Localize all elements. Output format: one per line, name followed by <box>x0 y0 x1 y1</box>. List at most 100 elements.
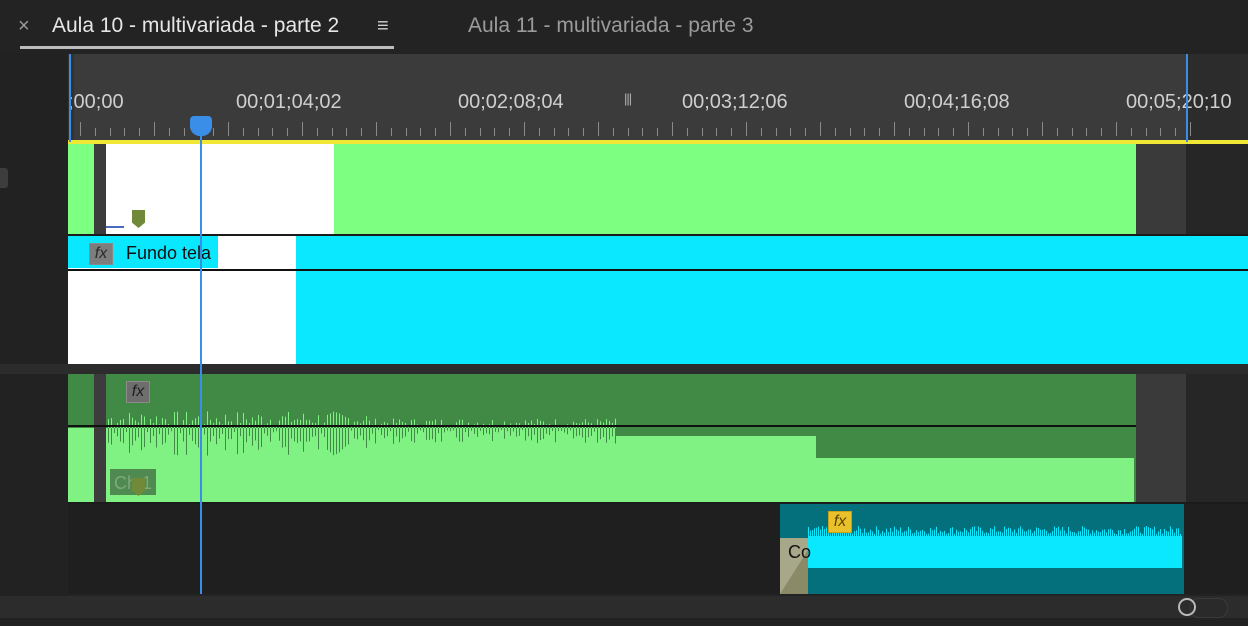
ruler-tick <box>1160 128 1162 136</box>
audio-track-1[interactable]: fx Ch 1 <box>68 374 1248 502</box>
waveform-bar <box>1086 529 1087 536</box>
ruler-tick <box>272 128 274 136</box>
waveform-bar <box>918 531 919 536</box>
waveform-bar <box>462 428 463 442</box>
waveform-bar <box>1078 531 1079 536</box>
waveform-bar <box>1050 532 1051 536</box>
video-audio-divider[interactable] <box>0 364 1248 374</box>
ruler-tick <box>509 128 511 136</box>
waveform-bar <box>878 529 879 536</box>
ruler-tick <box>968 122 969 136</box>
opacity-keyframe-line[interactable] <box>68 269 1248 271</box>
panel-menu-icon[interactable]: ≡ <box>377 14 389 38</box>
waveform-bar <box>204 428 205 435</box>
audio-track-2[interactable]: Co fx <box>68 504 1248 594</box>
ruler-tick <box>1130 128 1132 136</box>
waveform-bar <box>1124 529 1125 536</box>
video-track-2[interactable]: fx Fundo tela <box>68 236 1248 364</box>
waveform-bar <box>1034 530 1035 536</box>
waveform-bar <box>129 428 130 453</box>
waveform-bar <box>1174 532 1175 536</box>
waveform-bar <box>1156 533 1157 536</box>
time-ruler[interactable]: ||| ;00;00 00;01;04;02 00;02;08;04 00;03… <box>68 54 1248 142</box>
waveform-bar <box>1058 526 1059 536</box>
fx-badge-icon[interactable]: fx <box>89 243 113 265</box>
waveform-bar <box>940 530 941 536</box>
waveform-bar <box>1106 532 1107 536</box>
horizontal-scrollbar[interactable] <box>0 596 1248 618</box>
waveform-bar <box>950 528 951 536</box>
playhead-line[interactable] <box>200 118 202 594</box>
waveform-bar <box>306 428 307 442</box>
tab-aula-11[interactable]: Aula 11 - multivariada - parte 3 <box>468 13 754 39</box>
waveform-bar <box>297 428 298 443</box>
waveform-bar <box>1166 531 1167 536</box>
waveform-bar <box>1064 530 1065 536</box>
waveform-bar <box>432 428 433 440</box>
track-header-handle[interactable] <box>0 168 8 188</box>
waveform-bar <box>816 527 817 536</box>
video1-clip-a[interactable] <box>68 144 94 234</box>
waveform-bar <box>492 428 493 442</box>
ruler-tick <box>1042 122 1043 136</box>
waveform-bar <box>934 529 935 536</box>
waveform-bar <box>908 526 909 536</box>
waveform-bar <box>1004 526 1005 536</box>
waveform-bar <box>126 428 127 433</box>
waveform-bar <box>880 533 881 536</box>
waveform-bar <box>135 428 136 441</box>
fx-badge-icon[interactable]: fx <box>828 511 852 533</box>
waveform-bar <box>435 428 436 443</box>
waveform-bar <box>996 531 997 536</box>
clip-name-fundo-tela: Fundo tela <box>126 243 212 263</box>
waveform-bar <box>198 428 199 448</box>
waveform-bar <box>384 428 385 439</box>
ruler-tick <box>553 128 555 136</box>
waveform-bar <box>369 428 370 441</box>
waveform-bar <box>922 529 923 536</box>
tab-aula-10[interactable]: Aula 10 - multivariada - parte 2 <box>52 13 339 39</box>
clip-thumbnail-stripe <box>106 226 124 228</box>
ruler-tick <box>213 128 215 136</box>
waveform-bar <box>330 428 331 453</box>
video-track-1[interactable] <box>68 144 1248 234</box>
waveform-bar <box>402 428 403 439</box>
waveform-bar <box>471 428 472 431</box>
scrollbar-end-handle[interactable] <box>1178 598 1196 616</box>
waveform-bar <box>336 428 337 455</box>
ruler-tick <box>672 122 673 136</box>
playhead-handle[interactable] <box>190 116 212 136</box>
close-tab-icon[interactable]: × <box>18 14 30 38</box>
volume-keyframe-line[interactable] <box>68 425 1136 427</box>
ruler-tick <box>287 128 289 136</box>
video1-gap <box>94 144 106 234</box>
waveform-bar <box>144 428 145 448</box>
waveform-bar <box>222 428 223 434</box>
waveform-bar <box>465 428 466 433</box>
ruler-tick <box>183 128 185 136</box>
waveform-bar <box>1164 528 1165 536</box>
waveform-bar <box>1148 527 1149 536</box>
waveform-bar <box>988 532 989 536</box>
waveform-bar <box>876 526 877 536</box>
ruler-tick <box>242 128 244 136</box>
waveform-bar <box>820 529 821 536</box>
waveform-bar <box>483 428 484 435</box>
waveform-bar <box>1134 528 1135 536</box>
fundo-tela-clip-cyan[interactable] <box>296 236 1248 364</box>
waveform-bar <box>120 428 121 442</box>
waveform-bar <box>504 428 505 439</box>
waveform-bar <box>1102 529 1103 536</box>
sequence-end-marker <box>1186 54 1188 142</box>
video1-clip-green[interactable] <box>334 144 1136 234</box>
waveform-bar <box>360 428 361 436</box>
waveform-bar <box>159 428 160 435</box>
waveform-bar <box>444 428 445 433</box>
audio1-end-gap <box>1136 374 1186 502</box>
waveform-bar <box>168 428 169 435</box>
waveform-bar <box>522 428 523 431</box>
ruler-tick <box>879 128 881 136</box>
fx-badge-icon[interactable]: fx <box>126 381 150 403</box>
waveform-bar <box>327 428 328 450</box>
waveform-bar <box>282 428 283 448</box>
